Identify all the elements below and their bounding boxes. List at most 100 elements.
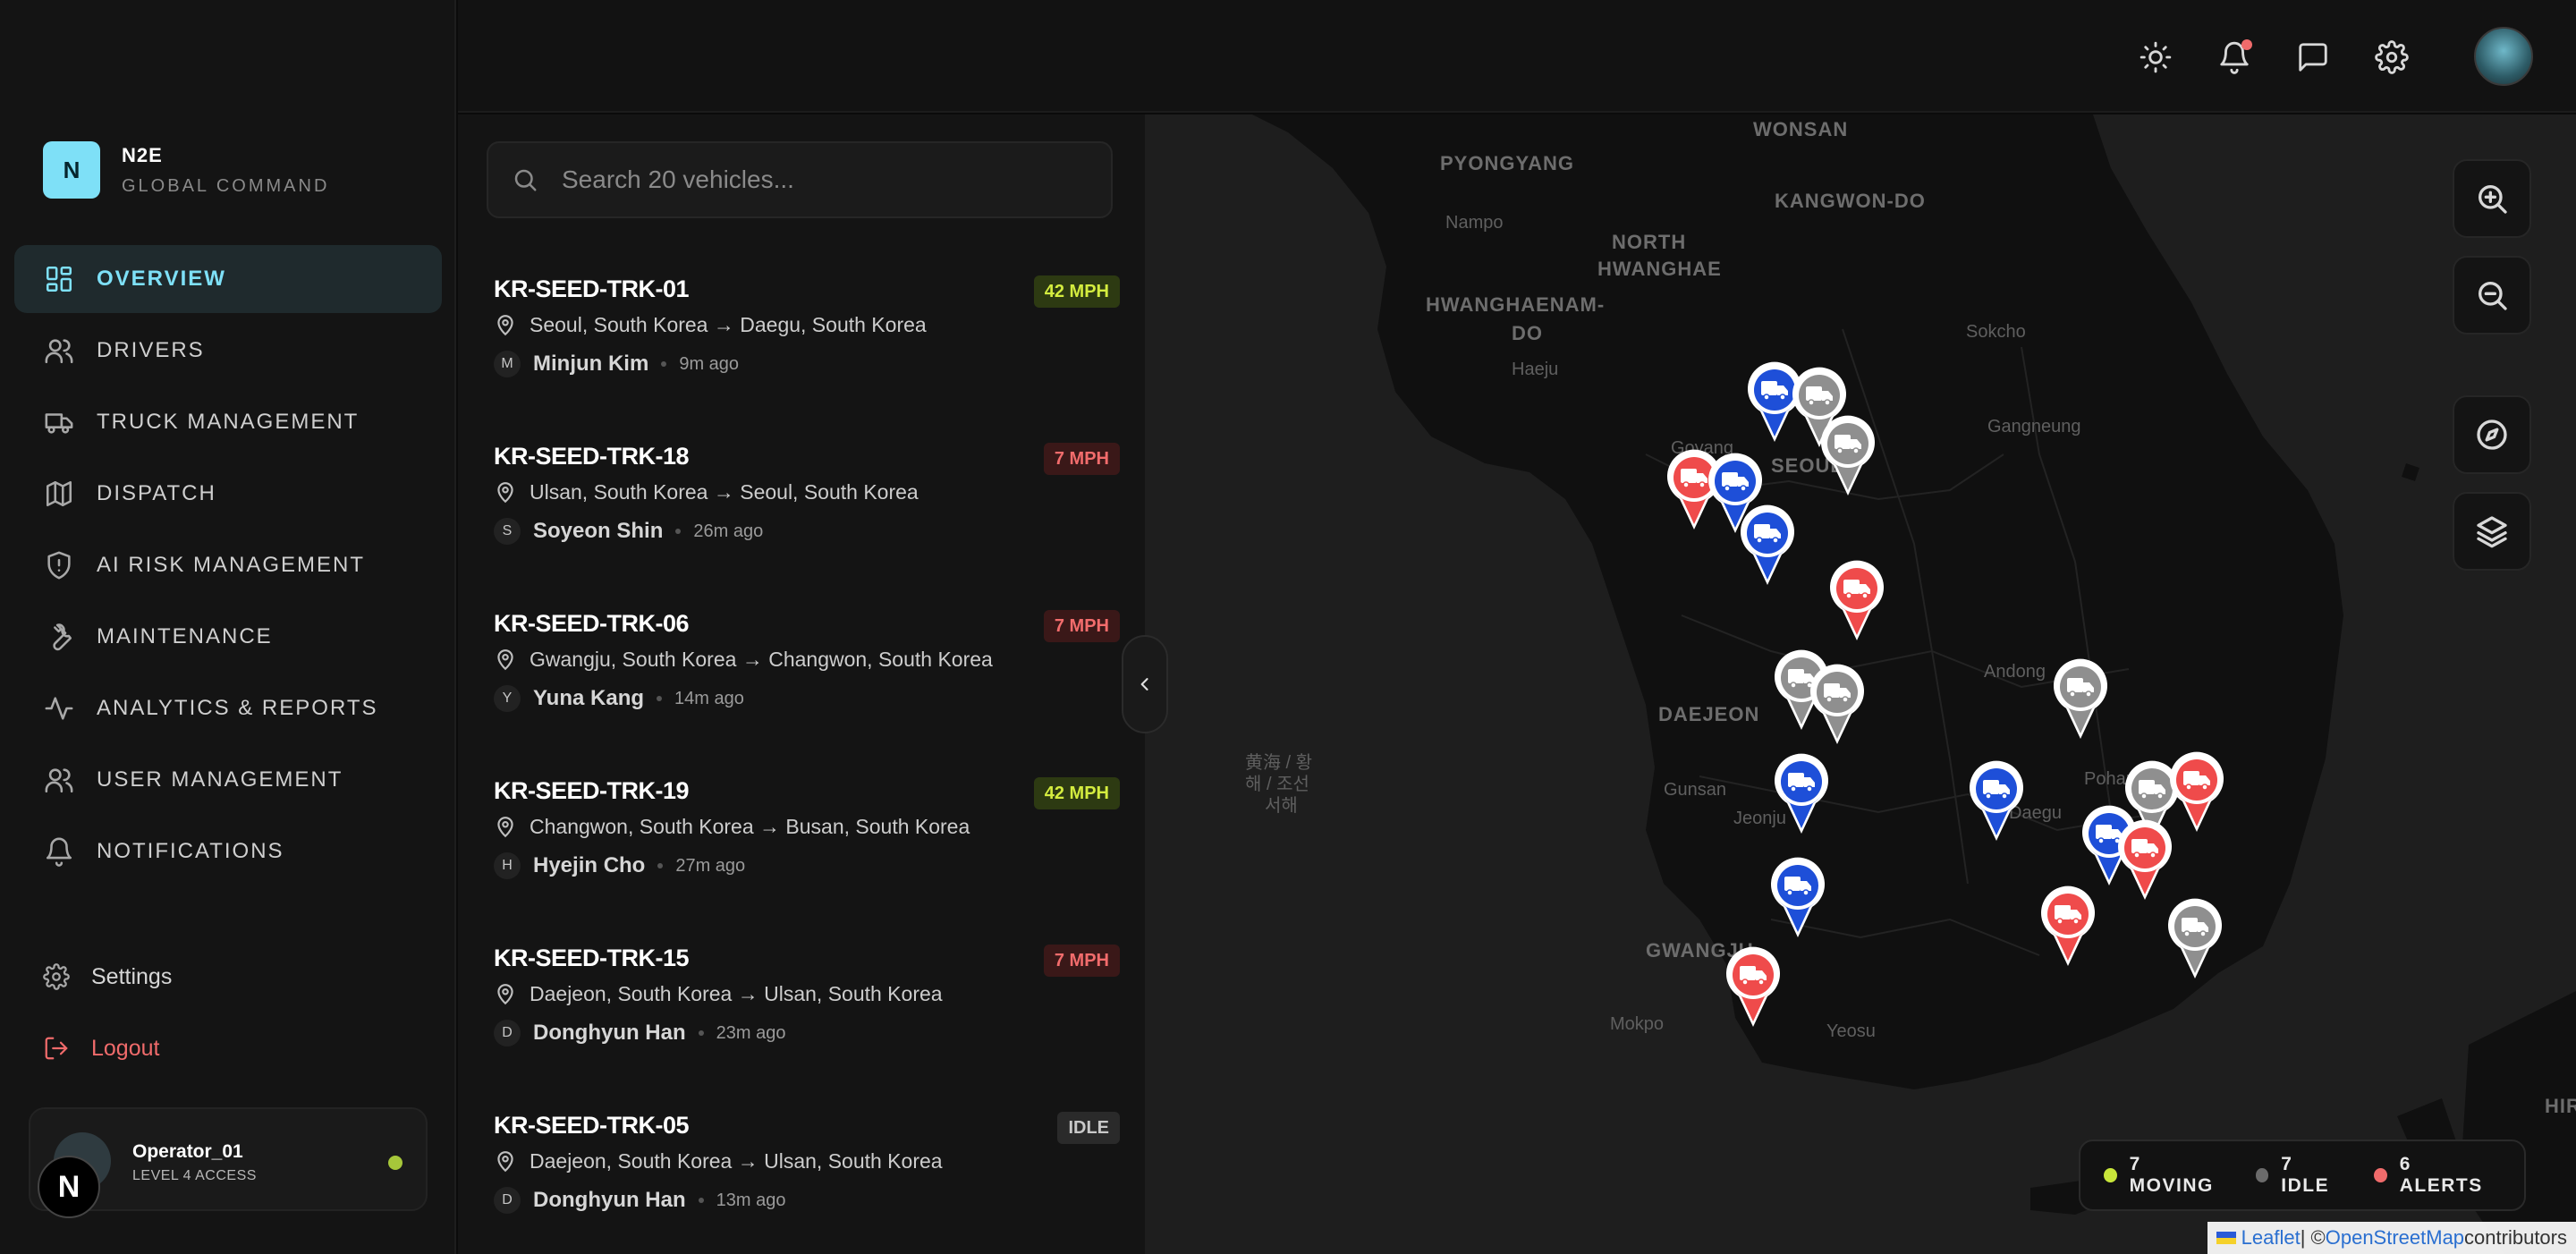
last-update-time: 14m ago bbox=[674, 688, 744, 708]
legend-dot bbox=[2374, 1168, 2387, 1182]
last-update-time: 13m ago bbox=[716, 1190, 786, 1210]
compass-button[interactable] bbox=[2453, 395, 2531, 474]
sidebar-item-user-management[interactable]: USER MANAGEMENT bbox=[14, 746, 442, 814]
sidebar-item-notifications[interactable]: NOTIFICATIONS bbox=[14, 818, 442, 885]
vehicle-route: Daejeon, South Korea → Ulsan, South Kore… bbox=[530, 982, 943, 1005]
osm-link[interactable]: OpenStreetMap bbox=[2326, 1226, 2464, 1250]
logout-link[interactable]: Logout bbox=[43, 1023, 401, 1073]
map-label: Yeosu bbox=[1826, 1021, 1876, 1041]
sidebar-item-dispatch[interactable]: DISPATCH bbox=[14, 460, 442, 528]
sidebar-item-overview[interactable]: OVERVIEW bbox=[14, 245, 442, 313]
vehicle-map-pin[interactable] bbox=[1828, 560, 1885, 642]
driver-name: Soyeon Shin bbox=[533, 519, 664, 543]
vehicle-map-pin[interactable] bbox=[1769, 857, 1826, 939]
layers-button[interactable] bbox=[2453, 492, 2531, 571]
truck-pin-icon bbox=[1830, 560, 1884, 640]
vehicle-list-item[interactable]: KR-SEED-TRK-05 IDLE Daejeon, South Korea →… bbox=[494, 1112, 1120, 1254]
vehicle-list-item[interactable]: KR-SEED-TRK-01 42 MPH Seoul, South Korea →… bbox=[494, 275, 1120, 443]
driver-initial: Y bbox=[494, 685, 521, 712]
compass-icon bbox=[2477, 419, 2507, 450]
vehicle-map-pin[interactable] bbox=[2052, 658, 2109, 741]
map-label: KANGWON-DO bbox=[1775, 190, 1926, 212]
collapse-panel-button[interactable] bbox=[1122, 635, 1168, 733]
vehicle-map-pin[interactable] bbox=[2039, 885, 2097, 968]
users-icon bbox=[43, 335, 75, 367]
sidebar-item-ai-risk-management[interactable]: AI RISK MANAGEMENT bbox=[14, 531, 442, 599]
settings-link[interactable]: Settings bbox=[43, 952, 401, 1002]
map-label: Gangneung bbox=[1987, 417, 2081, 436]
settings-button[interactable] bbox=[2370, 36, 2413, 79]
truck-pin-icon bbox=[2041, 885, 2095, 966]
map-label: WONSAN bbox=[1753, 118, 1849, 140]
vehicle-list-item[interactable]: KR-SEED-TRK-06 7 MPH Gwangju, South Korea … bbox=[494, 610, 1120, 777]
vehicle-map-pin[interactable] bbox=[1968, 760, 2025, 843]
map-label: NORTH bbox=[1612, 231, 1687, 253]
vehicle-map-pin[interactable] bbox=[1809, 664, 1866, 746]
fleet-map[interactable]: WONSAN PYONGYANG KANGWON-DO Nampo NORTH HWANG… bbox=[1145, 114, 2576, 1254]
operator-card[interactable]: N Operator_01 LEVEL 4 ACCESS bbox=[29, 1107, 428, 1218]
next-badge-icon[interactable]: N bbox=[38, 1156, 100, 1218]
notifications-button[interactable] bbox=[2213, 36, 2256, 79]
map-label: HIR bbox=[2545, 1095, 2576, 1117]
last-update-time: 23m ago bbox=[716, 1022, 786, 1043]
map-label: Andong bbox=[1984, 662, 2046, 682]
vehicle-list-item[interactable]: KR-SEED-TRK-18 7 MPH Ulsan, South Korea → … bbox=[494, 443, 1120, 610]
logout-label: Logout bbox=[91, 1035, 160, 1061]
vehicle-map-pin[interactable] bbox=[2166, 898, 2224, 980]
sidebar-item-label: DRIVERS bbox=[97, 338, 205, 362]
vehicle-list-item[interactable]: KR-SEED-TRK-19 42 MPH Changwon, South Kore… bbox=[494, 777, 1120, 945]
vehicle-map-pin[interactable] bbox=[1819, 415, 1877, 497]
gear-icon bbox=[43, 963, 70, 990]
legend-label: 6 ALERTS bbox=[2399, 1154, 2483, 1196]
chevron-left-icon bbox=[1140, 678, 1148, 691]
attribution-suffix: contributors bbox=[2464, 1226, 2567, 1249]
brand[interactable]: N N2E GLOBAL COMMAND bbox=[43, 141, 329, 199]
vehicle-map-pin[interactable] bbox=[1739, 504, 1796, 587]
location-pin-icon bbox=[497, 314, 513, 335]
sidebar-item-maintenance[interactable]: MAINTENANCE bbox=[14, 603, 442, 671]
vehicle-route: Ulsan, South Korea → Seoul, South Korea bbox=[530, 480, 919, 504]
sidebar-item-truck-management[interactable]: TRUCK MANAGEMENT bbox=[14, 388, 442, 456]
map-label: DAEJEON bbox=[1658, 703, 1760, 725]
search-icon bbox=[514, 169, 537, 191]
brand-logo: N bbox=[43, 141, 100, 199]
vehicle-list-panel: KR-SEED-TRK-01 42 MPH Seoul, South Korea →… bbox=[458, 114, 1145, 1254]
vehicle-map-pin[interactable] bbox=[1773, 753, 1830, 835]
last-update-time: 27m ago bbox=[675, 855, 746, 876]
zoom-out-button[interactable] bbox=[2453, 256, 2531, 335]
vehicle-map-pin[interactable] bbox=[2168, 751, 2225, 834]
truck-pin-icon bbox=[1775, 753, 1828, 834]
vehicle-id: KR-SEED-TRK-15 bbox=[494, 945, 690, 971]
zoom-in-icon bbox=[2479, 185, 2507, 214]
vehicle-route: Daejeon, South Korea → Ulsan, South Kore… bbox=[530, 1149, 943, 1173]
vehicle-map-pin[interactable] bbox=[1724, 946, 1782, 1029]
sidebar-item-drivers[interactable]: DRIVERS bbox=[14, 317, 442, 385]
sidebar-item-analytics-reports[interactable]: ANALYTICS & REPORTS bbox=[14, 674, 442, 742]
leaflet-link[interactable]: Leaflet bbox=[2241, 1226, 2301, 1250]
notification-dot bbox=[2241, 39, 2252, 50]
brand-title: N2E bbox=[122, 143, 163, 166]
search-box[interactable] bbox=[487, 141, 1113, 218]
messages-button[interactable] bbox=[2292, 36, 2334, 79]
driver-name: Donghyun Han bbox=[533, 1188, 686, 1212]
search-input[interactable] bbox=[562, 165, 1080, 194]
map-icon bbox=[43, 478, 75, 510]
brand-subtitle: GLOBAL COMMAND bbox=[122, 175, 330, 196]
legend-item: 7 MOVING bbox=[2104, 1154, 2224, 1197]
truck-pin-icon bbox=[1726, 946, 1780, 1027]
driver-initial: S bbox=[494, 518, 521, 545]
vehicle-list: KR-SEED-TRK-01 42 MPH Seoul, South Korea →… bbox=[494, 275, 1120, 1254]
map-label: Sokcho bbox=[1966, 322, 2026, 342]
zoom-in-button[interactable] bbox=[2453, 159, 2531, 238]
sidebar-item-label: NOTIFICATIONS bbox=[97, 839, 284, 863]
user-avatar[interactable] bbox=[2474, 27, 2533, 86]
grid-icon bbox=[43, 263, 75, 295]
vehicle-list-item[interactable]: KR-SEED-TRK-15 7 MPH Daejeon, South Korea … bbox=[494, 945, 1120, 1112]
driver-name: Donghyun Han bbox=[533, 1021, 686, 1045]
vehicle-route: Changwon, South Korea → Busan, South Kor… bbox=[530, 815, 970, 838]
vehicle-map-pin[interactable] bbox=[2116, 819, 2174, 902]
theme-toggle-button[interactable] bbox=[2134, 36, 2177, 79]
gear-icon bbox=[2375, 40, 2409, 74]
separator-dot bbox=[661, 361, 667, 367]
sidebar-item-label: USER MANAGEMENT bbox=[97, 767, 343, 792]
